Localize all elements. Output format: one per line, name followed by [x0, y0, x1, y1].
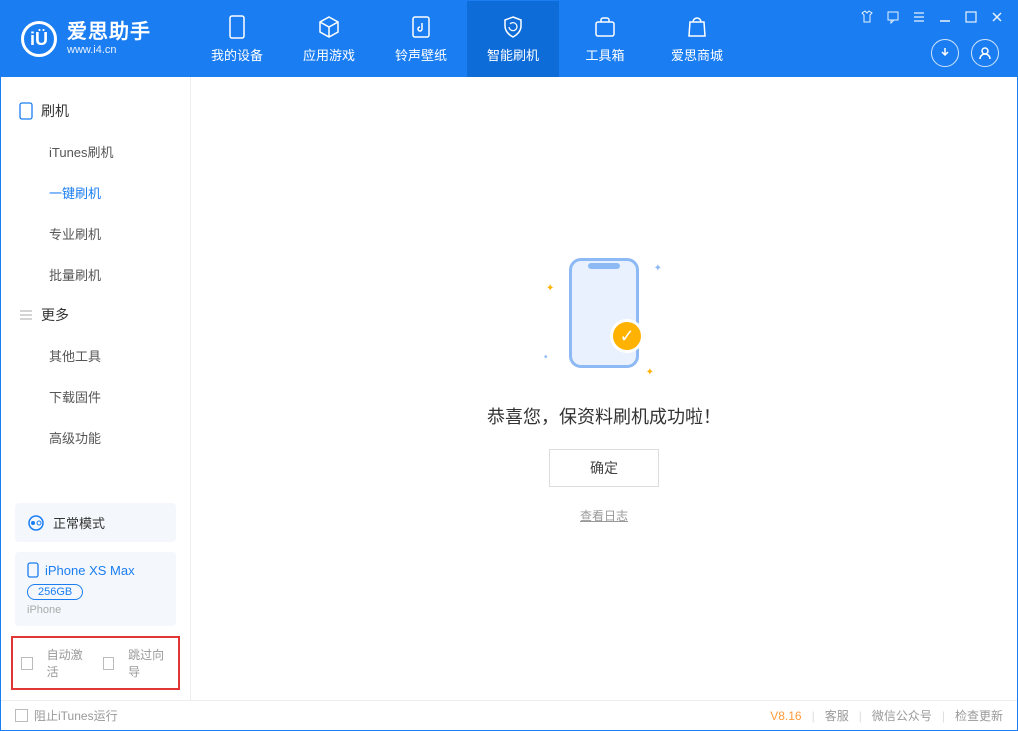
block-itunes-checkbox[interactable] [15, 709, 28, 722]
auto-activate-checkbox[interactable] [21, 657, 33, 670]
auto-activate-label: 自动激活 [47, 646, 89, 680]
window-controls [859, 9, 1005, 25]
tab-smart-flash[interactable]: 智能刷机 [467, 1, 559, 77]
minimize-icon[interactable] [937, 9, 953, 25]
section-label: 刷机 [41, 101, 69, 121]
version-text: V8.16 [770, 709, 801, 723]
skip-guide-label: 跳过向导 [128, 646, 170, 680]
sidebar-item-itunes-flash[interactable]: iTunes刷机 [1, 131, 190, 172]
tab-label: 工具箱 [585, 45, 624, 64]
device-capacity: 256GB [27, 584, 83, 600]
mode-label: 正常模式 [53, 513, 105, 532]
list-icon [19, 308, 33, 322]
support-link[interactable]: 客服 [825, 707, 849, 724]
success-illustration: ✓ ✦✦•✦ [544, 253, 664, 383]
skip-guide-checkbox[interactable] [103, 657, 115, 670]
flash-options-row: 自动激活 跳过向导 [11, 636, 180, 690]
maximize-icon[interactable] [963, 9, 979, 25]
main-tabs: 我的设备 应用游戏 铃声壁纸 智能刷机 工具箱 爱思商城 [191, 1, 743, 77]
sidebar-item-pro-flash[interactable]: 专业刷机 [1, 213, 190, 254]
app-header: iÜ 爱思助手 www.i4.cn 我的设备 应用游戏 铃声壁纸 智能刷机 工具… [1, 1, 1017, 77]
tab-toolbox[interactable]: 工具箱 [559, 1, 651, 77]
tab-apps[interactable]: 应用游戏 [283, 1, 375, 77]
phone-tiny-icon [27, 562, 39, 578]
app-title: 爱思助手 [67, 20, 151, 44]
block-itunes-label: 阻止iTunes运行 [34, 707, 118, 724]
phone-small-icon [19, 102, 33, 120]
menu-icon[interactable] [911, 9, 927, 25]
feedback-icon[interactable] [885, 9, 901, 25]
status-bar: 阻止iTunes运行 V8.16 | 客服 | 微信公众号 | 检查更新 [1, 700, 1017, 730]
sidebar-item-download-firmware[interactable]: 下载固件 [1, 376, 190, 417]
bag-icon [685, 15, 709, 39]
device-type: iPhone [27, 604, 164, 616]
tab-label: 我的设备 [211, 45, 263, 64]
close-icon[interactable] [989, 9, 1005, 25]
download-button[interactable] [931, 39, 959, 67]
phone-icon [225, 15, 249, 39]
tab-label: 应用游戏 [303, 45, 355, 64]
view-log-link[interactable]: 查看日志 [580, 507, 628, 524]
sidebar-item-onekey-flash[interactable]: 一键刷机 [1, 172, 190, 213]
sidebar-item-advanced[interactable]: 高级功能 [1, 417, 190, 458]
sidebar-section-more: 更多 [1, 295, 190, 335]
user-button[interactable] [971, 39, 999, 67]
check-badge-icon: ✓ [610, 319, 644, 353]
device-mode-card[interactable]: 正常模式 [15, 503, 176, 542]
sidebar-section-flash: 刷机 [1, 91, 190, 131]
wechat-link[interactable]: 微信公众号 [872, 707, 932, 724]
music-file-icon [409, 15, 433, 39]
sidebar: 刷机 iTunes刷机 一键刷机 专业刷机 批量刷机 更多 其他工具 下载固件 … [1, 77, 191, 700]
cube-icon [317, 15, 341, 39]
device-name: iPhone XS Max [45, 563, 135, 578]
success-message: 恭喜您，保资料刷机成功啦！ [487, 403, 721, 429]
main-content: ✓ ✦✦•✦ 恭喜您，保资料刷机成功啦！ 确定 查看日志 [191, 77, 1017, 700]
tab-label: 智能刷机 [487, 45, 539, 64]
section-label: 更多 [41, 305, 69, 325]
shield-refresh-icon [501, 15, 525, 39]
check-update-link[interactable]: 检查更新 [955, 707, 1003, 724]
tab-label: 铃声壁纸 [395, 45, 447, 64]
logo-icon: iÜ [21, 21, 57, 57]
tab-store[interactable]: 爱思商城 [651, 1, 743, 77]
device-info-card[interactable]: iPhone XS Max 256GB iPhone [15, 552, 176, 626]
ok-button[interactable]: 确定 [549, 449, 659, 487]
tab-ringtones[interactable]: 铃声壁纸 [375, 1, 467, 77]
tab-label: 爱思商城 [671, 45, 723, 64]
tab-my-device[interactable]: 我的设备 [191, 1, 283, 77]
header-action-buttons [931, 39, 999, 67]
briefcase-icon [593, 15, 617, 39]
logo-area: iÜ 爱思助手 www.i4.cn [1, 20, 191, 57]
app-subtitle: www.i4.cn [67, 44, 151, 57]
sidebar-item-batch-flash[interactable]: 批量刷机 [1, 254, 190, 295]
sidebar-item-other-tools[interactable]: 其他工具 [1, 335, 190, 376]
tshirt-icon[interactable] [859, 9, 875, 25]
mode-icon [27, 514, 45, 532]
